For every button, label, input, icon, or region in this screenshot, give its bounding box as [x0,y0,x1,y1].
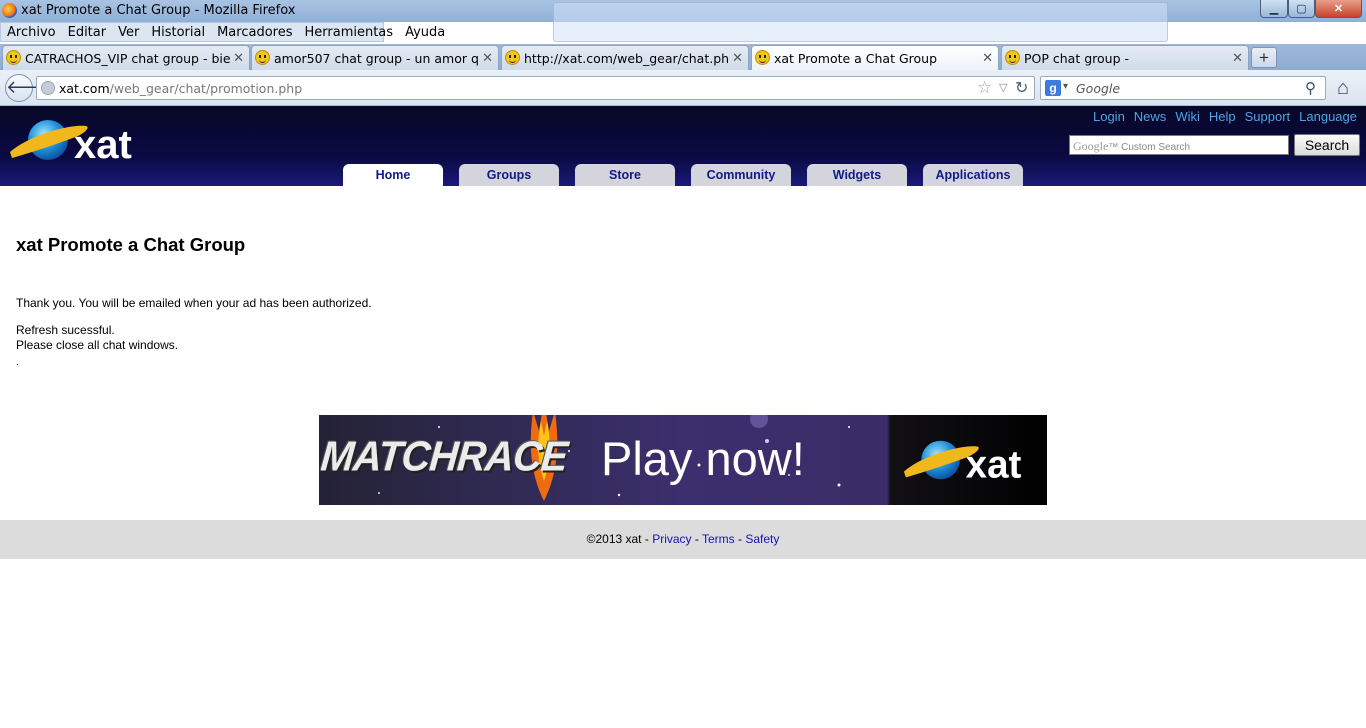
close-windows-message: Please close all chat windows. [16,338,179,352]
search-placeholder: Google™ Custom Search [1073,139,1191,153]
footer-link-safety[interactable]: Safety [745,532,779,546]
tab-applications[interactable]: Applications [923,164,1023,186]
smiley-favicon-icon [755,50,770,65]
confirmation-message: Thank you. You will be emailed when your… [16,296,372,310]
site-search-input[interactable]: Google™ Custom Search [1069,135,1289,155]
tab-strip: CATRACHOS_VIP chat group - bienv... ✕ am… [0,44,1366,70]
tab-community[interactable]: Community [691,164,791,186]
home-icon[interactable]: ⌂ [1337,77,1349,100]
page-footer: ©2013 xat - Privacy - Terms - Safety [0,520,1366,559]
tab-close-icon[interactable]: ✕ [1232,50,1243,66]
xat-banner-logo: xat [903,440,1022,486]
reload-icon[interactable]: ↻ [1015,78,1028,98]
minimize-button[interactable]: ▁ [1260,0,1288,18]
browser-search-bar[interactable]: g ▾ Google ⚲ [1040,76,1326,100]
tab-groups[interactable]: Groups [459,164,559,186]
close-window-button[interactable]: ✕ [1315,0,1362,18]
page-title: xat Promote a Chat Group [16,234,246,255]
url-history-dropdown-icon[interactable]: ▽ [999,81,1007,94]
menu-ayuda[interactable]: Ayuda [399,25,451,40]
url-host: xat.com [59,81,110,96]
browser-tab[interactable]: CATRACHOS_VIP chat group - bienv... ✕ [2,45,250,70]
search-placeholder: Google [1076,81,1121,96]
firefox-icon [2,3,17,18]
top-links: Login News Wiki Help Support Language [1093,109,1357,124]
link-login[interactable]: Login [1093,109,1125,124]
banner-title: MATCHRACE [319,433,569,481]
background-window-ghost [553,2,1168,42]
link-help[interactable]: Help [1209,109,1236,124]
browser-tab[interactable]: POP chat group - ✕ [1001,45,1249,70]
tab-label: xat Promote a Chat Group [774,51,938,66]
globe-icon [41,81,55,95]
link-news[interactable]: News [1134,109,1167,124]
tab-label: http://xat.com/web_gear/chat.php [524,51,729,66]
browser-tab-active[interactable]: xat Promote a Chat Group ✕ [751,45,999,70]
url-path: /web_gear/chat/promotion.php [109,81,303,96]
link-support[interactable]: Support [1245,109,1291,124]
footer-link-privacy[interactable]: Privacy [652,532,691,546]
menu-historial[interactable]: Historial [145,25,211,40]
tab-close-icon[interactable]: ✕ [732,50,743,66]
tab-store[interactable]: Store [575,164,675,186]
menu-herramientas[interactable]: Herramientas [299,25,400,40]
footer-copyright: ©2013 xat - [586,532,653,546]
chevron-down-icon[interactable]: ▾ [1063,81,1068,92]
menu-bar: Archivo Editar Ver Historial Marcadores … [0,22,445,42]
google-engine-icon[interactable]: g [1045,80,1061,96]
refresh-message: Refresh sucessful. [16,323,115,337]
url-text: xat.com/web_gear/chat/promotion.php [59,81,302,96]
back-button[interactable]: 🡐 [5,74,54,102]
menu-archivo[interactable]: Archivo [1,25,62,40]
smiley-favicon-icon [6,50,21,65]
tab-home[interactable]: Home [343,164,443,186]
banner-logo-text: xat [966,443,1022,486]
footer-separator: - [691,532,702,546]
maximize-button[interactable]: ▢ [1288,0,1315,18]
link-wiki[interactable]: Wiki [1175,109,1200,124]
navigation-toolbar: 🡐 xat.com/web_gear/chat/promotion.php ☆ … [0,70,1366,106]
window-title: xat Promote a Chat Group - Mozilla Firef… [21,3,296,18]
xat-logo-text: xat [74,123,132,166]
tab-label: CATRACHOS_VIP chat group - bienv... [25,51,230,66]
tab-close-icon[interactable]: ✕ [982,50,993,66]
link-language[interactable]: Language [1299,109,1357,124]
banner-cta: Play now! [601,432,805,485]
site-search-button[interactable]: Search [1294,134,1360,156]
browser-tab[interactable]: amor507 chat group - un amor que e... ✕ [251,45,499,70]
window-titlebar: xat Promote a Chat Group - Mozilla Firef… [0,0,1366,42]
tab-widgets[interactable]: Widgets [807,164,907,186]
search-icon[interactable]: ⚲ [1305,79,1316,97]
tab-close-icon[interactable]: ✕ [233,50,244,66]
footer-separator: - [734,532,746,546]
tab-close-icon[interactable]: ✕ [482,50,493,66]
smiley-favicon-icon [505,50,520,65]
google-brand-text: Google [1073,139,1109,153]
new-tab-button[interactable]: + [1251,47,1277,68]
menu-marcadores[interactable]: Marcadores [211,25,298,40]
xat-logo[interactable]: xat [8,114,148,166]
matchrace-banner[interactable]: MATCHRACE Play now! xat [319,415,1047,505]
site-header: xat Login News Wiki Help Support Languag… [0,106,1366,186]
tab-label: POP chat group - [1024,51,1130,66]
smiley-favicon-icon [1005,50,1020,65]
browser-tab[interactable]: http://xat.com/web_gear/chat.php ✕ [501,45,749,70]
menu-editar[interactable]: Editar [62,25,113,40]
smiley-favicon-icon [255,50,270,65]
address-bar[interactable]: xat.com/web_gear/chat/promotion.php ☆ ▽ … [36,76,1035,100]
tab-label: amor507 chat group - un amor que e... [274,51,479,66]
trailing-dot: . [16,357,19,368]
bookmark-star-icon[interactable]: ☆ [977,78,992,98]
menu-ver[interactable]: Ver [112,25,145,40]
footer-link-terms[interactable]: Terms [702,532,735,546]
